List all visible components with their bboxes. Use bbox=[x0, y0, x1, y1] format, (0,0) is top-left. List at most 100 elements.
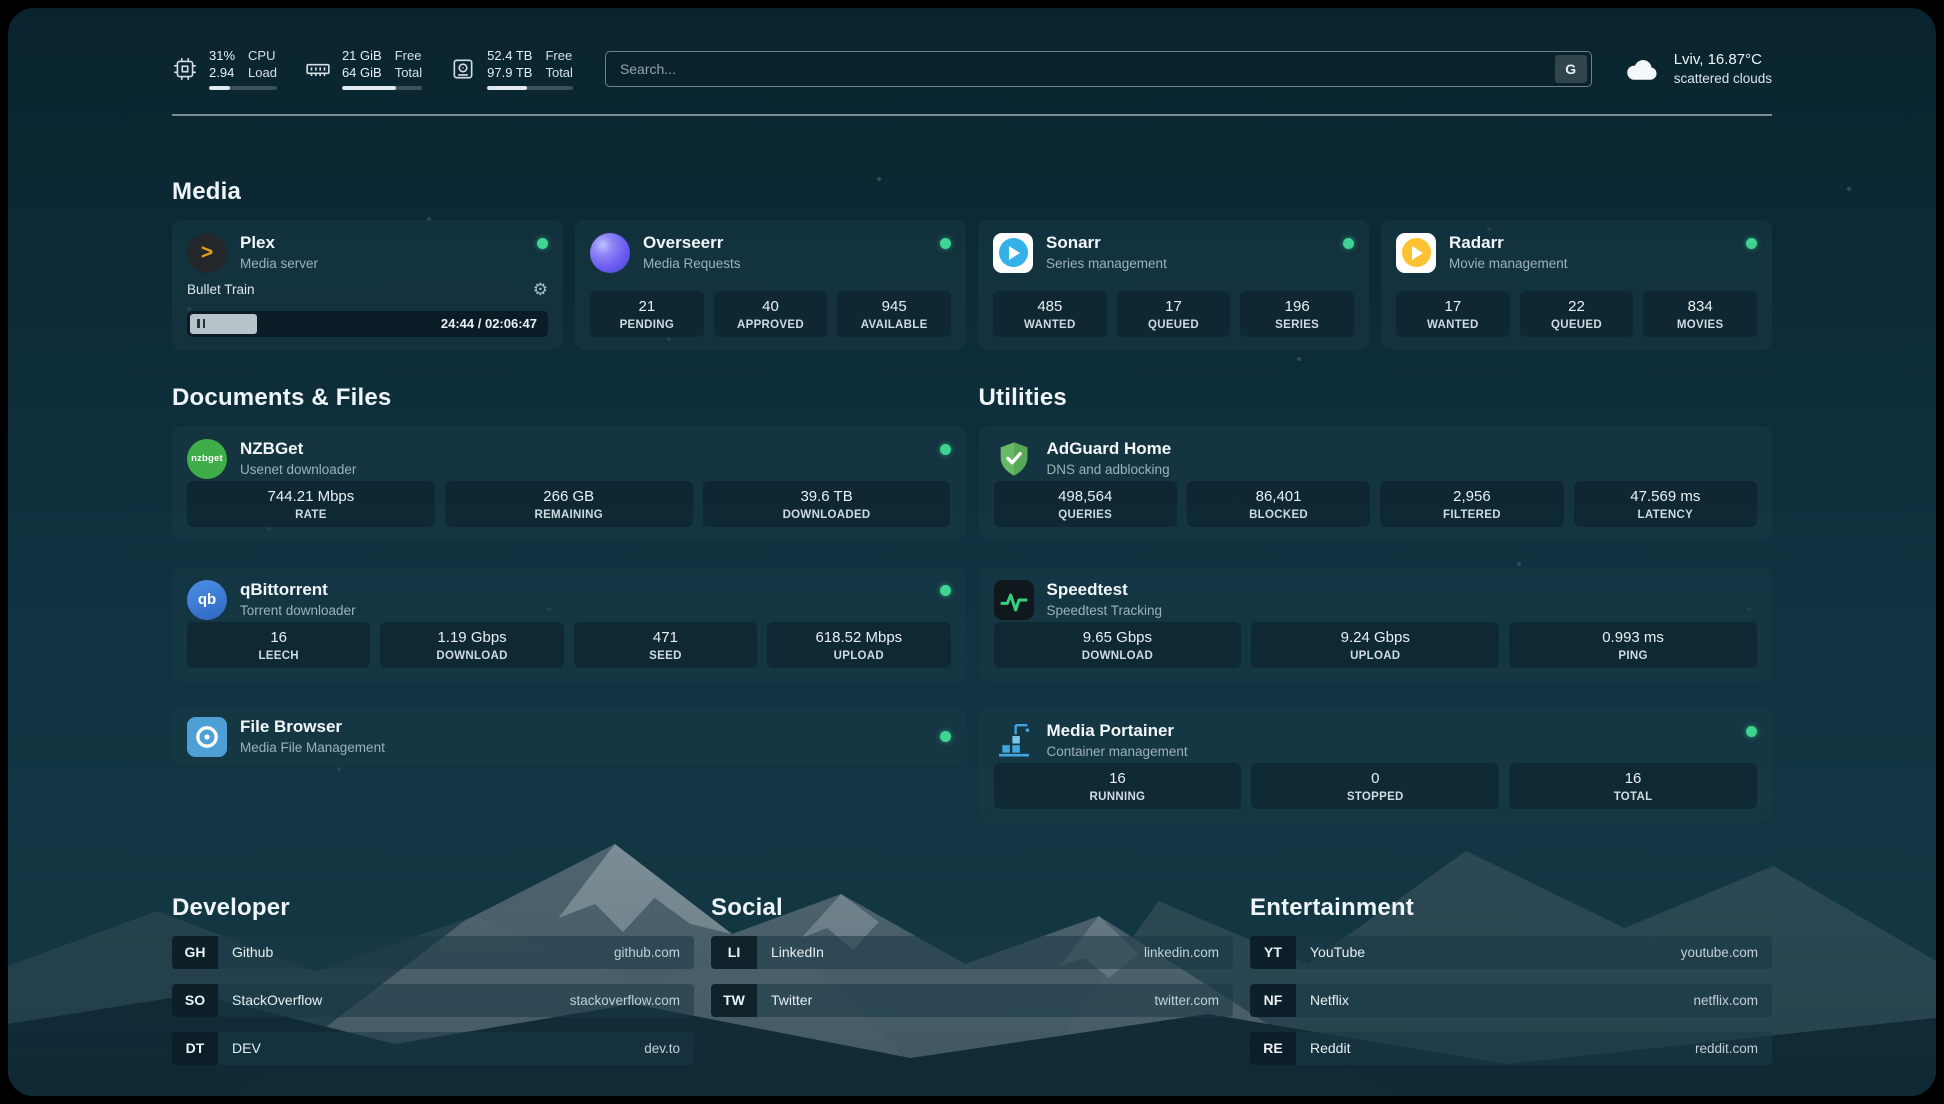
cpu-percent: 31% bbox=[209, 48, 235, 65]
radarr-icon bbox=[1396, 233, 1436, 273]
app-name: AdGuard Home bbox=[1047, 439, 1172, 459]
adguard-icon bbox=[994, 439, 1034, 479]
stat-value: 86,401 bbox=[1193, 488, 1364, 507]
bookmark-linkedin[interactable]: LI LinkedIn linkedin.com bbox=[711, 936, 1233, 969]
stat-label: REMAINING bbox=[451, 509, 687, 521]
bookmark-url: netflix.com bbox=[1693, 993, 1758, 1008]
app-card-overseerr[interactable]: Overseerr Media Requests 21 PENDING 40 A… bbox=[575, 220, 966, 350]
app-card-nzbget[interactable]: nzbget NZBGet Usenet downloader 744.21 M… bbox=[172, 426, 966, 540]
section-documents: Documents & Files nzbget NZBGet Usenet d… bbox=[172, 384, 966, 822]
app-card-portainer[interactable]: Media Portainer Container management 16 … bbox=[979, 708, 1773, 822]
app-card-filebrowser[interactable]: File Browser Media File Management bbox=[172, 708, 966, 766]
stat-label: SEED bbox=[580, 650, 751, 662]
bookmark-github[interactable]: GH Github github.com bbox=[172, 936, 694, 969]
section-title-developer: Developer bbox=[172, 894, 694, 922]
bookmark-youtube[interactable]: YT YouTube youtube.com bbox=[1250, 936, 1772, 969]
app-subtitle: Torrent downloader bbox=[240, 603, 356, 619]
app-card-speedtest[interactable]: Speedtest Speedtest Tracking 9.65 Gbps D… bbox=[979, 567, 1773, 681]
status-dot bbox=[940, 731, 951, 742]
status-dot bbox=[940, 585, 951, 596]
stat-running: 16 RUNNING bbox=[994, 763, 1242, 809]
stat-label: SERIES bbox=[1246, 319, 1348, 331]
bookmarks-developer: Developer GH Github github.com SO StackO… bbox=[172, 894, 694, 1080]
app-subtitle: Movie management bbox=[1449, 256, 1568, 272]
stat-value: 945 bbox=[843, 298, 945, 317]
ram-icon bbox=[305, 56, 331, 82]
stat-value: 618.52 Mbps bbox=[773, 629, 944, 648]
bookmark-abbr: DT bbox=[172, 1032, 218, 1065]
bookmark-name: LinkedIn bbox=[771, 944, 824, 960]
bookmark-name: Reddit bbox=[1310, 1040, 1350, 1056]
bookmark-url: linkedin.com bbox=[1144, 945, 1219, 960]
app-card-sonarr[interactable]: Sonarr Series management 485 WANTED 17 Q… bbox=[978, 220, 1369, 350]
stat-series: 196 SERIES bbox=[1240, 291, 1354, 337]
bookmark-stackoverflow[interactable]: SO StackOverflow stackoverflow.com bbox=[172, 984, 694, 1017]
stat-label: BLOCKED bbox=[1193, 509, 1364, 521]
weather-location: Lviv, 16.87°C bbox=[1674, 50, 1772, 70]
bookmark-twitter[interactable]: TW Twitter twitter.com bbox=[711, 984, 1233, 1017]
bookmark-abbr: NF bbox=[1250, 984, 1296, 1017]
bookmark-netflix[interactable]: NF Netflix netflix.com bbox=[1250, 984, 1772, 1017]
stat-value: 47.569 ms bbox=[1580, 488, 1751, 507]
bookmark-url: twitter.com bbox=[1154, 993, 1219, 1008]
stat-value: 21 bbox=[596, 298, 698, 317]
bookmark-name: DEV bbox=[232, 1040, 261, 1056]
app-card-radarr[interactable]: Radarr Movie management 17 WANTED 22 QUE… bbox=[1381, 220, 1772, 350]
app-name: Overseerr bbox=[643, 233, 741, 253]
search-engine-button[interactable]: G bbox=[1555, 55, 1587, 83]
stat-movies: 834 MOVIES bbox=[1643, 291, 1757, 337]
nzbget-icon-text: nzbget bbox=[191, 453, 223, 464]
stat-label: LEECH bbox=[193, 650, 364, 662]
stat-value: 266 GB bbox=[451, 488, 687, 507]
bookmark-url: stackoverflow.com bbox=[570, 993, 680, 1008]
stat-label: RATE bbox=[193, 509, 429, 521]
stat-label: UPLOAD bbox=[773, 650, 944, 662]
stat-label: TOTAL bbox=[1515, 791, 1751, 803]
stat-value: 17 bbox=[1123, 298, 1225, 317]
bookmark-url: github.com bbox=[614, 945, 680, 960]
stat-download: 9.65 Gbps DOWNLOAD bbox=[994, 622, 1242, 668]
stat-available: 945 AVAILABLE bbox=[837, 291, 951, 337]
section-title-utilities: Utilities bbox=[979, 384, 1773, 412]
stat-total: 16 TOTAL bbox=[1509, 763, 1757, 809]
stat-wanted: 17 WANTED bbox=[1396, 291, 1510, 337]
app-subtitle: Speedtest Tracking bbox=[1047, 603, 1163, 619]
stat-value: 2,956 bbox=[1386, 488, 1557, 507]
status-dot bbox=[1746, 238, 1757, 249]
cpu-load-label: Load bbox=[248, 65, 277, 82]
ram-usage-bar bbox=[342, 86, 422, 90]
app-subtitle: Media server bbox=[240, 256, 318, 272]
stat-label: PING bbox=[1515, 650, 1751, 662]
bookmark-dev[interactable]: DT DEV dev.to bbox=[172, 1032, 694, 1065]
stat-upload: 9.24 Gbps UPLOAD bbox=[1251, 622, 1499, 668]
disk-free-label: Free bbox=[545, 48, 572, 65]
section-title-entertainment: Entertainment bbox=[1250, 894, 1772, 922]
stat-label: DOWNLOADED bbox=[709, 509, 945, 521]
stat-value: 196 bbox=[1246, 298, 1348, 317]
status-dot bbox=[940, 238, 951, 249]
stat-label: QUEUED bbox=[1123, 319, 1225, 331]
app-card-qbittorrent[interactable]: qb qBittorrent Torrent downloader 16 LEE… bbox=[172, 567, 966, 681]
app-card-adguard[interactable]: AdGuard Home DNS and adblocking 498,564 … bbox=[979, 426, 1773, 540]
stat-value: 0.993 ms bbox=[1515, 629, 1751, 648]
cpu-label: CPU bbox=[248, 48, 277, 65]
stat-value: 744.21 Mbps bbox=[193, 488, 429, 507]
search-input[interactable] bbox=[618, 60, 1555, 78]
gear-icon[interactable]: ⚙ bbox=[533, 281, 548, 298]
ram-total-label: Total bbox=[395, 65, 422, 82]
cloud-icon bbox=[1624, 54, 1662, 84]
speedtest-icon bbox=[994, 580, 1034, 620]
disk-stat: 52.4 TB 97.9 TB Free Total bbox=[450, 48, 573, 90]
stat-value: 17 bbox=[1402, 298, 1504, 317]
pause-button[interactable] bbox=[190, 314, 257, 334]
stat-value: 39.6 TB bbox=[709, 488, 945, 507]
app-card-plex[interactable]: > Plex Media server Bullet Train ⚙ bbox=[172, 220, 563, 350]
disk-total-label: Total bbox=[545, 65, 572, 82]
disk-total: 97.9 TB bbox=[487, 65, 532, 82]
bookmark-reddit[interactable]: RE Reddit reddit.com bbox=[1250, 1032, 1772, 1065]
ram-free: 21 GiB bbox=[342, 48, 382, 65]
section-media: Media > Plex Media server Bulle bbox=[172, 178, 1772, 350]
stat-stopped: 0 STOPPED bbox=[1251, 763, 1499, 809]
nzbget-icon: nzbget bbox=[187, 439, 227, 479]
stat-queued: 17 QUEUED bbox=[1117, 291, 1231, 337]
